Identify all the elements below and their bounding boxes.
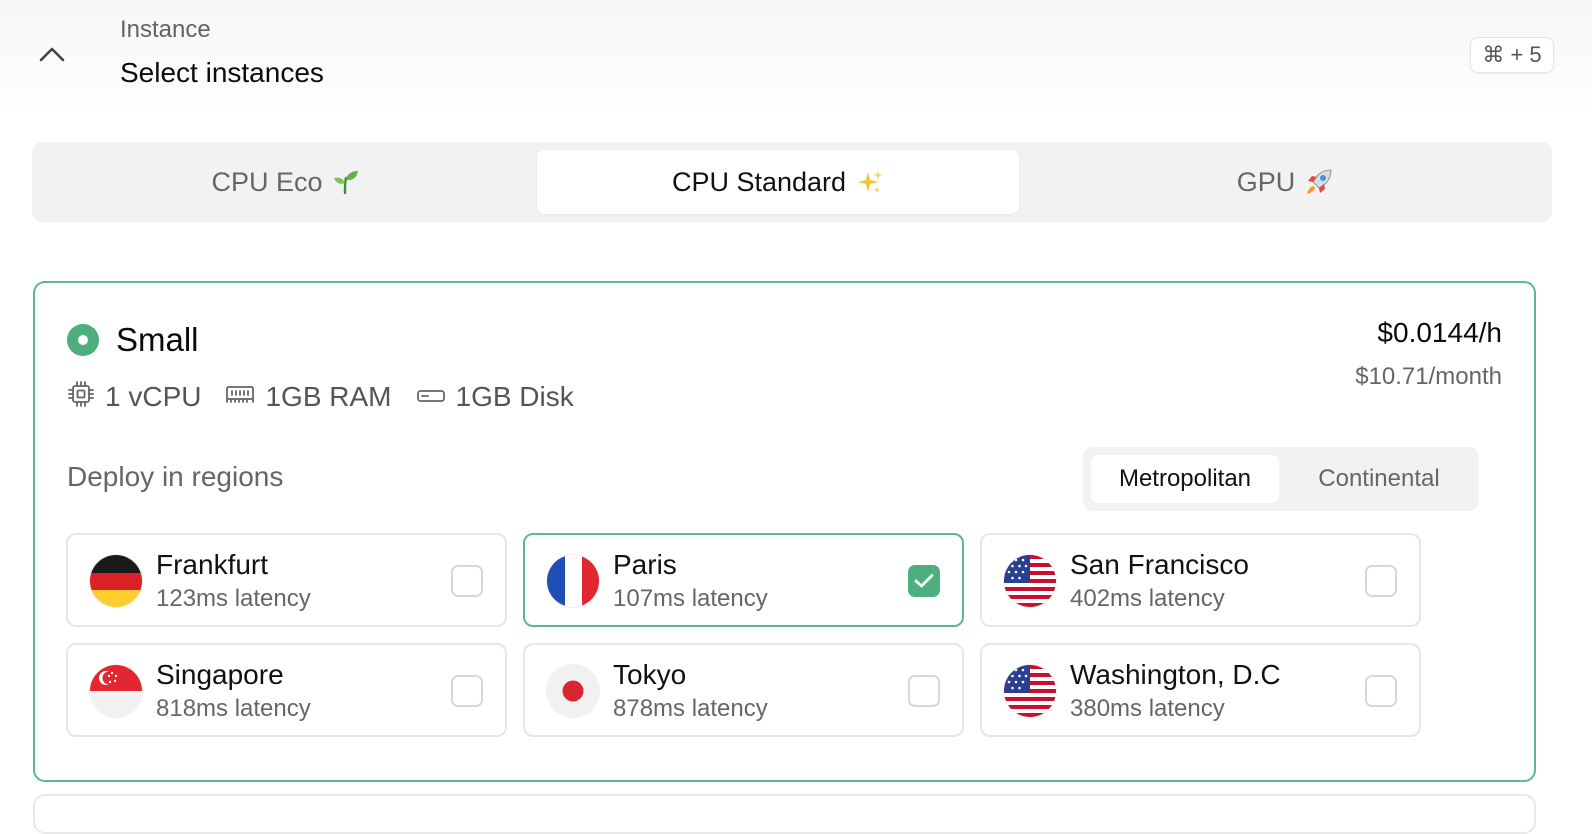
region-checkbox[interactable] (1365, 675, 1397, 707)
tab-gpu[interactable]: GPU (1026, 150, 1544, 214)
usa-flag-icon (1004, 555, 1056, 607)
region-latency: 380ms latency (1070, 695, 1225, 722)
region-checkbox[interactable] (451, 565, 483, 597)
plan-specs: 1 vCPU 1GB RAM 1GB Disk (67, 379, 574, 415)
section-subtitle: Instance (120, 16, 211, 43)
seedling-icon (333, 169, 359, 195)
section-header[interactable]: Instance Select instances ⌘ + 5 (0, 0, 1592, 112)
region-mode-continental[interactable]: Continental (1287, 455, 1471, 503)
spec-ram-label: 1GB RAM (265, 381, 392, 412)
selected-radio-icon[interactable] (67, 324, 99, 356)
plan-name: Small (116, 321, 199, 358)
region-mode-metropolitan[interactable]: Metropolitan (1091, 455, 1279, 503)
region-option-washington[interactable]: Washington, D.C 380ms latency (980, 643, 1421, 737)
instance-card-small[interactable]: Small $0.0144/h $10.71/month 1 vCPU 1GB … (33, 281, 1536, 782)
france-flag-icon (547, 555, 599, 607)
chevron-up-icon[interactable] (34, 36, 70, 72)
region-name: Paris (613, 549, 677, 580)
price-per-hour: $0.0144/h (1377, 317, 1502, 348)
tab-label: GPU (1236, 166, 1296, 197)
region-mode-toggle: Metropolitan Continental (1083, 447, 1479, 511)
tab-label: CPU Eco (211, 166, 323, 197)
region-checkbox-checked[interactable] (908, 565, 940, 597)
region-option-paris[interactable]: Paris 107ms latency (523, 533, 964, 627)
singapore-flag-icon (90, 665, 142, 717)
region-latency: 123ms latency (156, 585, 311, 612)
spec-disk: 1GB Disk (416, 381, 574, 413)
region-latency: 402ms latency (1070, 585, 1225, 612)
deploy-regions-label: Deploy in regions (67, 461, 284, 492)
checkmark-icon (914, 574, 934, 588)
region-name: San Francisco (1070, 549, 1249, 580)
spec-disk-label: 1GB Disk (455, 381, 574, 412)
keyboard-shortcut-badge: ⌘ + 5 (1470, 37, 1554, 73)
japan-flag-icon (547, 665, 599, 717)
region-checkbox[interactable] (908, 675, 940, 707)
region-name: Frankfurt (156, 549, 269, 580)
region-option-san-francisco[interactable]: San Francisco 402ms latency (980, 533, 1421, 627)
region-checkbox[interactable] (451, 675, 483, 707)
region-name: Tokyo (613, 659, 687, 690)
region-latency: 107ms latency (613, 585, 768, 612)
region-option-singapore[interactable]: Singapore 818ms latency (66, 643, 507, 737)
spec-ram: 1GB RAM (225, 381, 392, 413)
region-name: Washington, D.C (1070, 659, 1281, 690)
hard-drive-icon (416, 381, 446, 413)
tab-cpu-standard[interactable]: CPU Standard (537, 150, 1019, 214)
instance-type-tabs: CPU Eco CPU Standard GPU (32, 142, 1552, 222)
rocket-icon (1305, 168, 1333, 196)
cpu-chip-icon (67, 380, 95, 415)
section-title: Select instances (120, 57, 324, 88)
germany-flag-icon (90, 555, 142, 607)
region-latency: 818ms latency (156, 695, 311, 722)
instance-card-next[interactable] (33, 794, 1536, 834)
sparkles-icon (856, 168, 884, 196)
region-option-frankfurt[interactable]: Frankfurt 123ms latency (66, 533, 507, 627)
usa-flag-icon (1004, 665, 1056, 717)
memory-stick-icon (225, 381, 255, 413)
region-option-tokyo[interactable]: Tokyo 878ms latency (523, 643, 964, 737)
price-per-month: $10.71/month (1355, 363, 1502, 390)
spec-cpu-label: 1 vCPU (105, 381, 202, 412)
region-name: Singapore (156, 659, 284, 690)
tab-label: CPU Standard (671, 166, 847, 197)
spec-cpu: 1 vCPU (67, 380, 201, 415)
region-checkbox[interactable] (1365, 565, 1397, 597)
region-latency: 878ms latency (613, 695, 768, 722)
tab-cpu-eco[interactable]: CPU Eco (40, 150, 530, 214)
